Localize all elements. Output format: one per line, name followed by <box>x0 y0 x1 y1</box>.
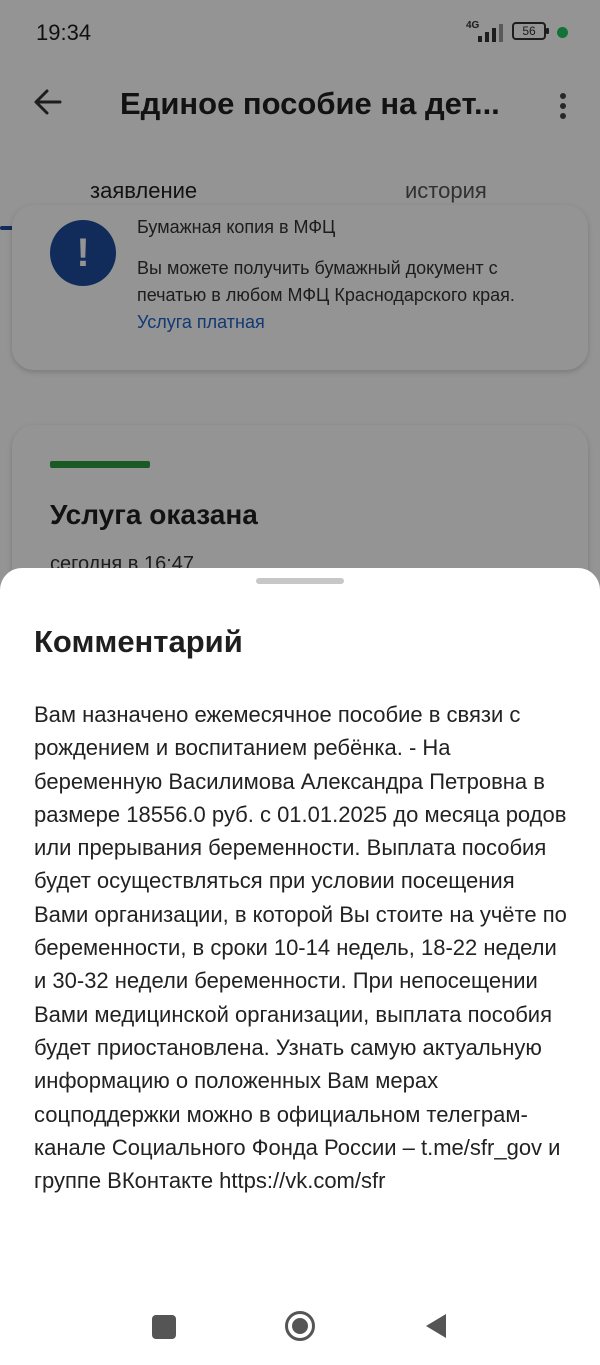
system-nav-bar <box>0 1290 600 1365</box>
comment-title: Комментарий <box>34 624 243 659</box>
recent-apps-button[interactable] <box>152 1315 176 1339</box>
nav-back-button[interactable] <box>424 1312 448 1340</box>
home-button[interactable] <box>284 1310 316 1342</box>
app-screen: 19:34 4G 56 Единое пособие на дет... зая… <box>0 0 600 1365</box>
comment-text: Вам назначено ежемесячное пособие в связ… <box>34 702 567 1194</box>
comment-bottom-sheet: Комментарий Вам назначено ежемесячное по… <box>0 568 600 1365</box>
sheet-drag-handle[interactable] <box>256 578 344 584</box>
